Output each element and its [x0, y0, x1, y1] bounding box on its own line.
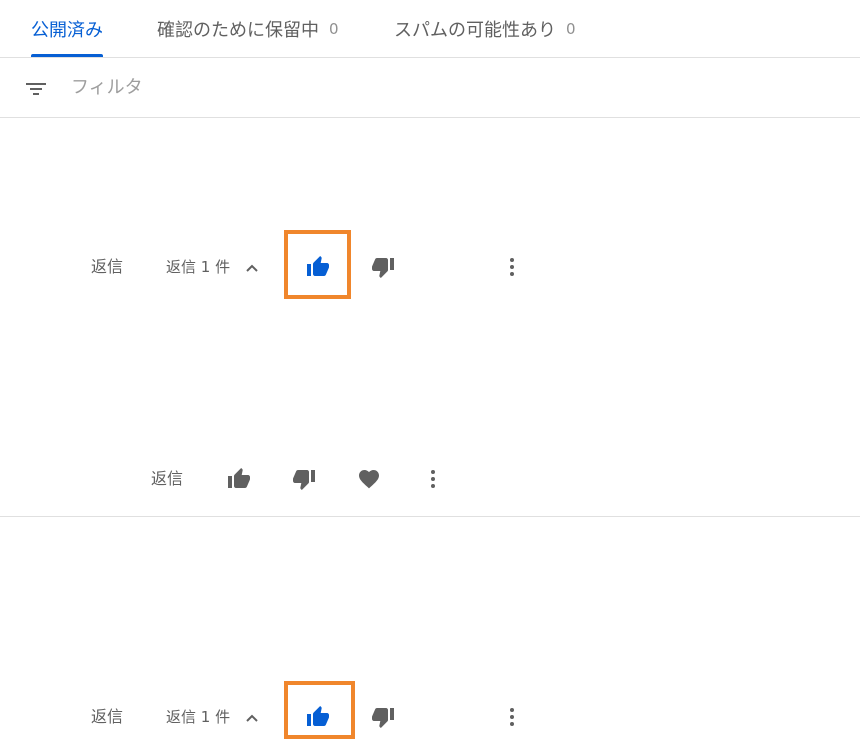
comment-action-row: 返信 返信 1 件 — [0, 697, 860, 737]
tab-bar: 公開済み 確認のために保留中 0 スパムの可能性あり 0 — [0, 0, 860, 58]
dislike-button[interactable] — [292, 467, 316, 491]
more-options-button[interactable] — [500, 705, 524, 729]
tab-likely-spam[interactable]: スパムの可能性あり 0 — [394, 0, 576, 57]
comments-page: 公開済み 確認のために保留中 0 スパムの可能性あり 0 フィルタ 返信 返信 … — [0, 0, 860, 740]
chevron-up-icon — [245, 248, 259, 288]
active-tab-indicator — [31, 54, 103, 57]
heart-button[interactable] — [357, 467, 381, 491]
comment-thread: 返信 返信 1 件 返信 — [0, 118, 860, 516]
filter-input[interactable]: フィルタ — [71, 58, 143, 117]
more-vert-icon — [510, 258, 514, 276]
thumb-down-icon — [293, 470, 315, 490]
reply-button[interactable]: 返信 — [151, 459, 183, 499]
comment-action-row: 返信 返信 1 件 — [0, 247, 860, 287]
more-vert-icon — [510, 708, 514, 726]
tab-held-for-review-label: 確認のために保留中 — [157, 19, 319, 41]
heart-icon — [359, 470, 379, 489]
replies-toggle[interactable]: 返信 1 件 — [166, 697, 259, 737]
tab-published[interactable]: 公開済み — [31, 0, 103, 57]
tab-likely-spam-label: スパムの可能性あり — [394, 19, 556, 41]
dislike-button[interactable] — [371, 255, 395, 279]
tab-published-label: 公開済み — [31, 19, 103, 41]
chevron-up-icon — [245, 698, 259, 738]
thumb-down-icon — [372, 258, 394, 278]
highlight-box — [284, 681, 355, 739]
more-options-button[interactable] — [500, 255, 524, 279]
replies-toggle[interactable]: 返信 1 件 — [166, 247, 259, 287]
thumb-up-icon — [228, 468, 250, 488]
tab-likely-spam-count: 0 — [566, 19, 576, 38]
replies-count-label: 返信 1 件 — [166, 708, 231, 726]
dislike-button[interactable] — [371, 705, 395, 729]
highlight-box — [284, 230, 351, 299]
reply-button[interactable]: 返信 — [91, 247, 123, 287]
replies-count-label: 返信 1 件 — [166, 258, 231, 276]
tab-held-for-review[interactable]: 確認のために保留中 0 — [157, 0, 339, 57]
tab-held-for-review-count: 0 — [329, 19, 339, 38]
like-button[interactable] — [227, 467, 251, 491]
reply-action-row: 返信 — [0, 459, 860, 499]
more-options-button[interactable] — [421, 467, 445, 491]
more-vert-icon — [431, 470, 435, 488]
comment-thread: 返信 返信 1 件 — [0, 517, 860, 740]
reply-button[interactable]: 返信 — [91, 697, 123, 737]
filter-bar: フィルタ — [0, 58, 860, 118]
filter-icon[interactable] — [24, 77, 48, 101]
thumb-down-icon — [372, 708, 394, 728]
